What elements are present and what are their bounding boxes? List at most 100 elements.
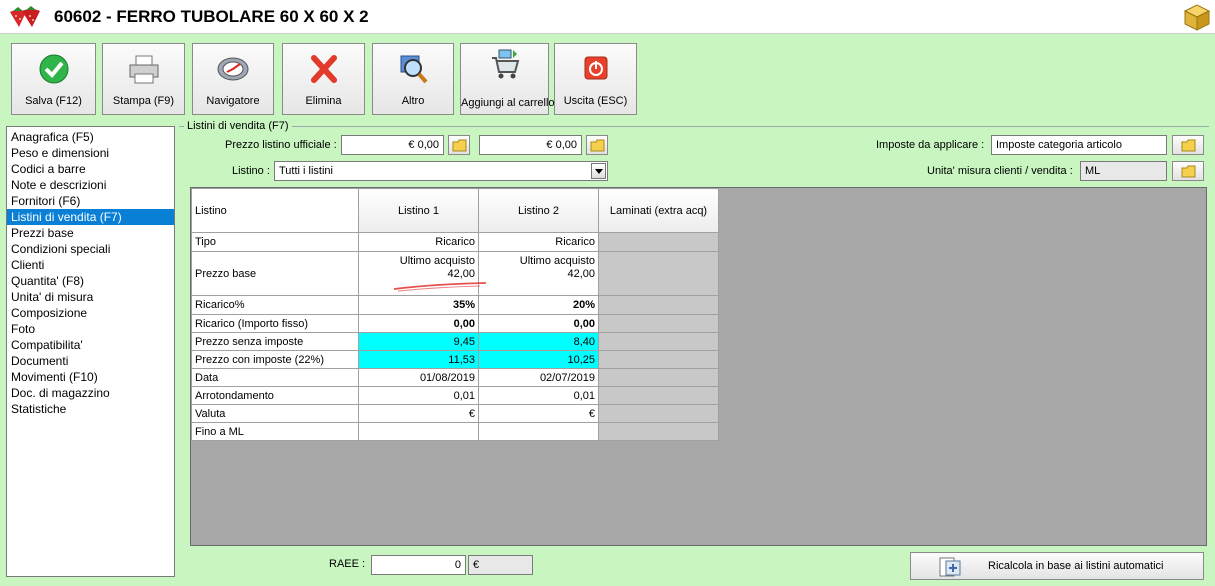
row-label-data: Data [191,368,359,387]
cell-ricarico-fisso-3 [598,314,719,333]
row-label-arrotondamento: Arrotondamento [191,386,359,405]
magnifier-icon [400,55,428,84]
cell-arrotondamento-3 [598,386,719,405]
cell-prezzo-con-imposte-1[interactable]: 11,53 [358,350,479,369]
official-price-field-2[interactable]: € 0,00 [479,135,582,155]
column-header-laminati[interactable]: Laminati (extra acq) [598,188,719,233]
cell-valuta-1[interactable]: € [358,404,479,423]
delete-button[interactable]: Elimina [282,43,365,115]
cell-fino-a-ml-3 [598,422,719,441]
cell-prezzo-senza-imposte-1[interactable]: 9,45 [358,332,479,351]
group-divider [179,126,1209,127]
close-icon [310,55,337,83]
nav-item-condizioni-speciali[interactable]: Condizioni speciali [7,241,174,257]
raee-field[interactable]: 0 [371,555,466,575]
taxes-field[interactable]: Imposte categoria articolo [991,135,1167,155]
add-to-cart-button[interactable]: Aggiungi al carrello [460,43,555,115]
folder-icon [590,139,605,152]
cell-prezzo-con-imposte-3 [598,350,719,369]
list-select[interactable]: Tutti i listini [274,161,608,181]
price-list-table: Listino Listino 1 Listino 2 Laminati (ex… [191,188,719,441]
unit-label: Unita' misura clienti / vendita : [927,165,1073,177]
cell-arrotondamento-1[interactable]: 0,01 [358,386,479,405]
official-price-field-1[interactable]: € 0,00 [341,135,444,155]
cell-prezzo-base-2[interactable]: Ultimo acquisto 42,00 [478,251,599,296]
cell-ricarico-fisso-2[interactable]: 0,00 [478,314,599,333]
price-list-grid: Listino Listino 1 Listino 2 Laminati (ex… [190,187,1207,546]
cell-prezzo-base-3 [598,251,719,296]
nav-item-movimenti-f10[interactable]: Movimenti (F10) [7,369,174,385]
official-price-browse-button-2[interactable] [586,135,608,155]
cell-ricarico-fisso-1[interactable]: 0,00 [358,314,479,333]
cell-data-1[interactable]: 01/08/2019 [358,368,479,387]
recalculate-icon [939,557,961,577]
other-button[interactable]: Altro [372,43,454,115]
cell-valuta-2[interactable]: € [478,404,599,423]
unit-browse-button[interactable] [1172,161,1204,181]
cell-arrotondamento-2[interactable]: 0,01 [478,386,599,405]
row-label-ricarico-fisso: Ricarico (Importo fisso) [191,314,359,333]
cell-tipo-3 [598,232,719,252]
save-button[interactable]: Salva (F12) [11,43,96,115]
row-label-prezzo-base: Prezzo base [191,251,359,296]
official-price-browse-button-1[interactable] [448,135,470,155]
cell-tipo-2[interactable]: Ricarico [478,232,599,252]
nav-item-composizione[interactable]: Composizione [7,305,174,321]
row-label-valuta: Valuta [191,404,359,423]
nav-item-prezzi-base[interactable]: Prezzi base [7,225,174,241]
nav-item-compatibilita[interactable]: Compatibilita' [7,337,174,353]
nav-item-doc-di-magazzino[interactable]: Doc. di magazzino [7,385,174,401]
navigator-button[interactable]: Navigatore [192,43,274,115]
official-price-label: Prezzo listino ufficiale : [225,139,337,151]
nav-item-codici-a-barre[interactable]: Codici a barre [7,161,174,177]
cell-ricarico-pct-2[interactable]: 20% [478,295,599,315]
raee-label: RAEE : [329,558,366,570]
row-label-tipo: Tipo [191,232,359,252]
column-header-listino-1[interactable]: Listino 1 [358,188,479,233]
nav-item-listini-di-vendita-f7[interactable]: Listini di vendita (F7) [7,209,174,225]
compass-icon [217,57,249,81]
list-label: Listino : [232,165,270,177]
printer-icon [129,55,158,84]
strawberry-icon [10,6,40,27]
power-icon [584,56,607,80]
raee-currency-field: € [468,555,533,575]
checkmark-icon [39,54,68,84]
taxes-browse-button[interactable] [1172,135,1204,155]
cell-ricarico-pct-1[interactable]: 35% [358,295,479,315]
cell-prezzo-con-imposte-2[interactable]: 10,25 [478,350,599,369]
cell-fino-a-ml-1[interactable] [358,422,479,441]
row-label-prezzo-con-imposte: Prezzo con imposte (22%) [191,350,359,369]
window-title: 60602 - FERRO TUBOLARE 60 X 60 X 2 [54,7,369,26]
unit-field[interactable]: ML [1080,161,1167,181]
nav-item-peso-e-dimensioni[interactable]: Peso e dimensioni [7,145,174,161]
recalculate-button[interactable]: Ricalcola in base ai listini automatici [910,552,1204,580]
cell-prezzo-senza-imposte-2[interactable]: 8,40 [478,332,599,351]
nav-item-unita-di-misura[interactable]: Unita' di misura [7,289,174,305]
chevron-down-icon[interactable] [591,163,606,179]
nav-item-anagrafica-f5[interactable]: Anagrafica (F5) [7,129,174,145]
nav-item-documenti[interactable]: Documenti [7,353,174,369]
row-label-prezzo-senza-imposte: Prezzo senza imposte [191,332,359,351]
folder-icon [1181,165,1196,178]
red-annotation-underline [393,282,487,292]
nav-item-clienti[interactable]: Clienti [7,257,174,273]
nav-item-note-e-descrizioni[interactable]: Note e descrizioni [7,177,174,193]
cell-tipo-1[interactable]: Ricarico [358,232,479,252]
cell-fino-a-ml-2[interactable] [478,422,599,441]
nav-item-statistiche[interactable]: Statistiche [7,401,174,417]
nav-item-fornitori-f6[interactable]: Fornitori (F6) [7,193,174,209]
row-label-ricarico-pct: Ricarico% [191,295,359,315]
folder-icon [452,139,467,152]
title-bar: 60602 - FERRO TUBOLARE 60 X 60 X 2 [0,0,1215,34]
taxes-label: Imposte da applicare : [876,139,985,151]
cart-icon [491,49,519,79]
cell-data-2[interactable]: 02/07/2019 [478,368,599,387]
cell-valuta-3 [598,404,719,423]
cell-prezzo-senza-imposte-3 [598,332,719,351]
column-header-listino-2[interactable]: Listino 2 [478,188,599,233]
exit-button[interactable]: Uscita (ESC) [554,43,637,115]
print-button[interactable]: Stampa (F9) [102,43,185,115]
nav-item-foto[interactable]: Foto [7,321,174,337]
nav-item-quantita-f8[interactable]: Quantita' (F8) [7,273,174,289]
